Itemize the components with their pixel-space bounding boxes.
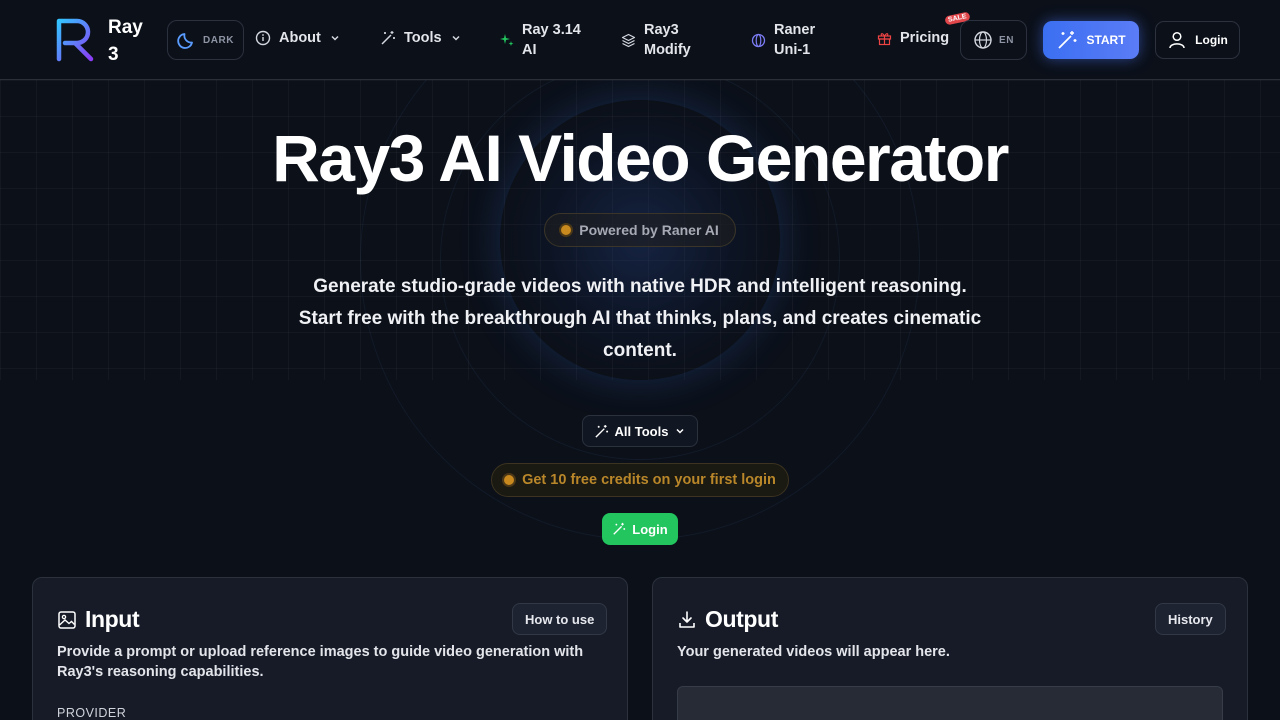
- all-tools-dropdown[interactable]: All Tools: [582, 415, 698, 447]
- start-button[interactable]: START: [1043, 21, 1139, 59]
- theme-label: DARK: [203, 34, 234, 46]
- image-icon: [58, 610, 76, 629]
- input-panel: Input How to use Provide a prompt or upl…: [32, 577, 628, 720]
- brand-logo[interactable]: Ray 3: [55, 17, 143, 65]
- input-panel-title: Input: [85, 606, 140, 632]
- header-login-label: Login: [1195, 33, 1228, 47]
- chevron-down-icon: [676, 428, 684, 434]
- nav-raner-uni-1[interactable]: Raner Uni-1: [751, 20, 829, 60]
- hero-subtitle: Generate studio-grade videos with native…: [298, 276, 982, 361]
- top-navbar: Ray 3 DARK About Tools Ray 3.14 AI Ray3 …: [0, 0, 1280, 80]
- all-tools-label: All Tools: [614, 423, 669, 439]
- free-credits-banner: Get 10 free credits on your first login: [491, 463, 789, 497]
- nav-tools-label: Tools: [404, 30, 442, 46]
- input-panel-description: Provide a prompt or upload reference ima…: [57, 644, 584, 680]
- history-button[interactable]: History: [1155, 603, 1226, 635]
- nav-pricing-label: Pricing: [900, 30, 950, 46]
- gift-icon: [877, 32, 892, 45]
- nav-ray3-modify-label: Ray3 Modify: [644, 22, 691, 58]
- info-icon: [255, 30, 271, 46]
- nav-raner-uni-1-label: Raner Uni-1: [774, 22, 816, 58]
- nav-about[interactable]: About: [255, 30, 341, 46]
- status-dot: [504, 475, 515, 485]
- powered-by-badge: Powered by Raner AI: [544, 213, 736, 247]
- output-panel-header: Output: [677, 606, 778, 633]
- globe-icon: [974, 31, 992, 49]
- magic-wand-icon: [1058, 31, 1077, 49]
- hero-login-label: Login: [632, 521, 668, 537]
- input-panel-header: Input: [57, 606, 140, 633]
- layers-icon: [621, 33, 636, 47]
- background-ring: [360, 0, 920, 540]
- provider-label: PROVIDER: [57, 706, 127, 720]
- powered-by-text: Powered by Raner AI: [579, 222, 719, 238]
- magic-wand-icon: [613, 522, 626, 535]
- free-credits-text: Get 10 free credits on your first login: [522, 472, 776, 488]
- chevron-down-icon: [331, 35, 339, 41]
- hero-login-button[interactable]: Login: [602, 513, 678, 545]
- video-preview-area: [677, 686, 1223, 720]
- output-panel-description: Your generated videos will appear here.: [677, 644, 950, 660]
- output-panel-title: Output: [705, 606, 778, 632]
- magic-wand-icon: [381, 31, 395, 45]
- output-panel: Output History Your generated videos wil…: [652, 577, 1248, 720]
- language-selector[interactable]: EN: [960, 20, 1027, 60]
- nav-about-label: About: [279, 30, 321, 46]
- logo-r-icon: [56, 18, 94, 62]
- language-label: EN: [999, 34, 1014, 46]
- chevron-down-icon: [452, 35, 460, 41]
- user-icon: [1169, 31, 1185, 49]
- orbit-icon: [751, 33, 766, 47]
- start-label: START: [1086, 33, 1126, 47]
- nav-ray-314-ai[interactable]: Ray 3.14 AI: [500, 20, 586, 60]
- status-dot: [561, 225, 572, 235]
- sparkle-icon: [500, 34, 514, 46]
- nav-tools[interactable]: Tools: [380, 30, 462, 46]
- download-icon: [679, 610, 695, 628]
- how-to-use-button[interactable]: How to use: [512, 603, 608, 635]
- header-login-button[interactable]: Login: [1155, 21, 1240, 59]
- moon-icon: [177, 33, 193, 49]
- nav-pricing[interactable]: Pricing: [877, 30, 949, 46]
- magic-wand-icon: [594, 424, 608, 438]
- hero-title: Ray3 AI Video Generator: [272, 121, 1009, 195]
- brand-name: Ray 3: [108, 17, 143, 65]
- theme-toggle[interactable]: DARK: [167, 20, 244, 60]
- nav-ray3-modify[interactable]: Ray3 Modify: [621, 20, 704, 60]
- nav-ray-314-ai-label: Ray 3.14 AI: [522, 22, 581, 58]
